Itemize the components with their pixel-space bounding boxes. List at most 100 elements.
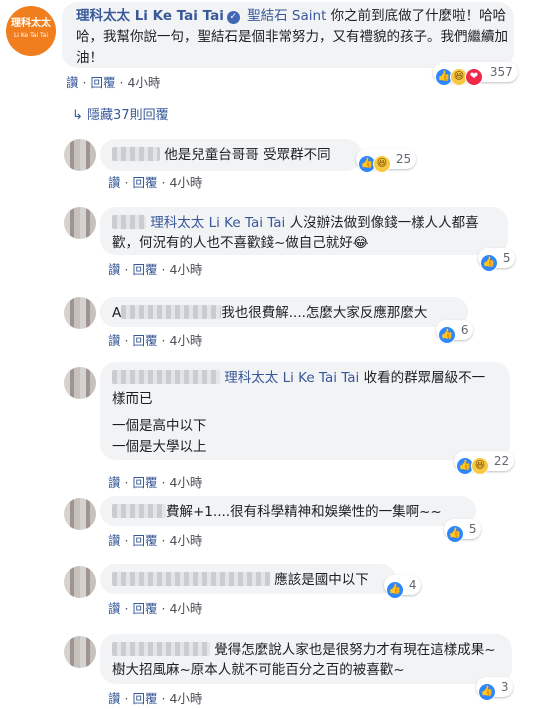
separator: · bbox=[161, 533, 166, 548]
reply-actions: 讚 · 回覆 · 4小時 bbox=[108, 330, 202, 349]
reaction-count: 3 bbox=[500, 680, 509, 694]
reply-actions: 讚 · 回覆 · 4小時 bbox=[108, 472, 202, 491]
like-link[interactable]: 讚 bbox=[108, 533, 121, 548]
tagged-user-link[interactable]: 理科太太 Li Ke Tai Tai bbox=[150, 215, 285, 231]
reply-avatar[interactable] bbox=[64, 498, 96, 530]
reply-actions: 讚 · 回覆 · 4小時 bbox=[108, 530, 202, 549]
reply-actions: 讚 · 回覆 · 4小時 bbox=[108, 172, 202, 191]
timestamp[interactable]: 4小時 bbox=[169, 262, 202, 277]
tagged-user-link[interactable]: 聖結石 Saint bbox=[247, 8, 326, 24]
reply-link[interactable]: 回覆 bbox=[132, 175, 157, 190]
hidden-replies-label: 隱藏37則回覆 bbox=[87, 108, 169, 123]
reply-author-initial: A bbox=[112, 305, 122, 321]
reaction-count: 6 bbox=[460, 323, 469, 337]
reply-link[interactable]: 回覆 bbox=[132, 333, 157, 348]
reaction-count: 357 bbox=[489, 65, 513, 79]
separator: · bbox=[124, 175, 129, 190]
separator: · bbox=[124, 533, 129, 548]
like-reaction-icon: 👍 bbox=[480, 254, 498, 272]
separator: · bbox=[124, 475, 129, 490]
reaction-summary[interactable]: 👍 6 bbox=[436, 320, 474, 344]
redacted-name bbox=[112, 572, 270, 586]
reply-avatar[interactable] bbox=[64, 297, 96, 329]
avatar-logo-subtext: Li Ke Tai Tai bbox=[13, 32, 49, 39]
reply-actions: 讚 · 回覆 · 4小時 bbox=[108, 598, 202, 617]
reply-link[interactable]: 回覆 bbox=[132, 533, 157, 548]
reaction-count: 5 bbox=[468, 522, 477, 536]
reply-link[interactable]: 回覆 bbox=[90, 75, 115, 90]
like-link[interactable]: 讚 bbox=[108, 601, 121, 616]
separator: · bbox=[124, 601, 129, 616]
reply-arrow-icon: ↳ bbox=[72, 108, 83, 123]
reply-bubble: 覺得怎麼說人家也是很努力才有現在這樣成果~樹大招風麻~原本人就不可能百分之百的被… bbox=[100, 634, 512, 684]
reply-actions: 讚 · 回覆 · 4小時 bbox=[108, 259, 202, 278]
timestamp[interactable]: 4小時 bbox=[169, 601, 202, 616]
timestamp[interactable]: 4小時 bbox=[169, 533, 202, 548]
reply-avatar[interactable] bbox=[64, 139, 96, 171]
reaction-summary[interactable]: 👍 3 bbox=[476, 677, 514, 701]
main-comment-text: 理科太太 Li Ke Tai Tai ✓ 聖結石 Saint 你之前到底做了什麼啦… bbox=[76, 6, 516, 69]
redacted-name bbox=[112, 642, 210, 656]
timestamp[interactable]: 4小時 bbox=[127, 75, 160, 90]
like-link[interactable]: 讚 bbox=[108, 475, 121, 490]
separator: · bbox=[119, 75, 124, 90]
timestamp[interactable]: 4小時 bbox=[169, 691, 202, 706]
reply-bubble: 他是兒童台哥哥 受眾群不同 bbox=[100, 139, 362, 171]
timestamp[interactable]: 4小時 bbox=[169, 333, 202, 348]
separator: · bbox=[161, 175, 166, 190]
timestamp[interactable]: 4小時 bbox=[169, 175, 202, 190]
like-link[interactable]: 讚 bbox=[108, 262, 121, 277]
reply-bubble: 應該是國中以下 bbox=[100, 564, 396, 594]
reply-text: 我也很費解....怎麼大家反應那麼大 bbox=[221, 305, 428, 321]
like-link[interactable]: 讚 bbox=[108, 333, 121, 348]
hidden-replies-link[interactable]: ↳ 隱藏37則回覆 bbox=[72, 104, 169, 123]
separator: · bbox=[82, 75, 87, 90]
reply-link[interactable]: 回覆 bbox=[132, 601, 157, 616]
page-avatar[interactable]: 理科太太 Li Ke Tai Tai bbox=[6, 6, 56, 56]
timestamp[interactable]: 4小時 bbox=[169, 475, 202, 490]
reply-avatar[interactable] bbox=[64, 207, 96, 239]
separator: · bbox=[161, 691, 166, 706]
reply-avatar[interactable] bbox=[64, 566, 96, 598]
reaction-summary[interactable]: 👍 5 bbox=[444, 519, 482, 543]
reply-link[interactable]: 回覆 bbox=[132, 475, 157, 490]
reaction-summary[interactable]: 👍 😆 25 bbox=[356, 149, 417, 173]
author-name[interactable]: 理科太太 Li Ke Tai Tai bbox=[76, 8, 224, 24]
reply-link[interactable]: 回覆 bbox=[132, 691, 157, 706]
reply-first-line: 理科太太 Li Ke Tai Tai 收看的群眾層級不一樣而已 bbox=[112, 368, 498, 410]
tagged-user-link[interactable]: 理科太太 Li Ke Tai Tai bbox=[224, 370, 359, 386]
reply-bubble: A 我也很費解....怎麼大家反應那麼大 bbox=[100, 297, 468, 327]
like-link[interactable]: 讚 bbox=[108, 691, 121, 706]
reaction-summary[interactable]: 👍 😆 22 bbox=[454, 451, 515, 475]
reaction-summary[interactable]: 👍 😆 ❤ 357 bbox=[433, 62, 518, 86]
separator: · bbox=[161, 475, 166, 490]
like-link[interactable]: 讚 bbox=[66, 75, 79, 90]
verified-badge-icon: ✓ bbox=[226, 11, 240, 24]
reply-text: 應該是國中以下 bbox=[274, 572, 369, 588]
reply-link[interactable]: 回覆 bbox=[132, 262, 157, 277]
like-reaction-icon: 👍 bbox=[446, 525, 464, 543]
reply-text-line: 一個是高中以下 bbox=[112, 418, 207, 434]
reply-bubble: 理科太太 Li Ke Tai Tai 收看的群眾層級不一樣而已 一個是高中以下 … bbox=[100, 362, 510, 460]
reaction-summary[interactable]: 👍 4 bbox=[384, 575, 422, 599]
separator: · bbox=[124, 691, 129, 706]
separator: · bbox=[161, 262, 166, 277]
reply-avatar[interactable] bbox=[64, 367, 96, 399]
separator: · bbox=[124, 262, 129, 277]
reaction-summary[interactable]: 👍 5 bbox=[478, 248, 516, 272]
reply-avatar[interactable] bbox=[64, 636, 96, 668]
redacted-name bbox=[112, 370, 220, 384]
reply-text: 費解+1....很有科學精神和娛樂性的一集啊~~ bbox=[166, 504, 442, 520]
reaction-count: 5 bbox=[502, 251, 511, 265]
like-link[interactable]: 讚 bbox=[108, 175, 121, 190]
reply-bubble: 理科太太 Li Ke Tai Tai 人沒辦法做到像錢一樣人人都喜歡，何況有的人… bbox=[100, 207, 508, 255]
separator: · bbox=[124, 333, 129, 348]
reaction-count: 22 bbox=[493, 454, 510, 468]
like-reaction-icon: 👍 bbox=[438, 326, 456, 344]
comment-actions: 讚 · 回覆 · 4小時 bbox=[66, 72, 160, 91]
reply-text-line: 一個是大學以上 bbox=[112, 439, 207, 455]
haha-reaction-icon: 😆 bbox=[373, 155, 391, 173]
avatar-logo-text: 理科太太 bbox=[11, 18, 51, 29]
haha-reaction-icon: 😆 bbox=[471, 457, 489, 475]
like-reaction-icon: 👍 bbox=[386, 581, 404, 599]
